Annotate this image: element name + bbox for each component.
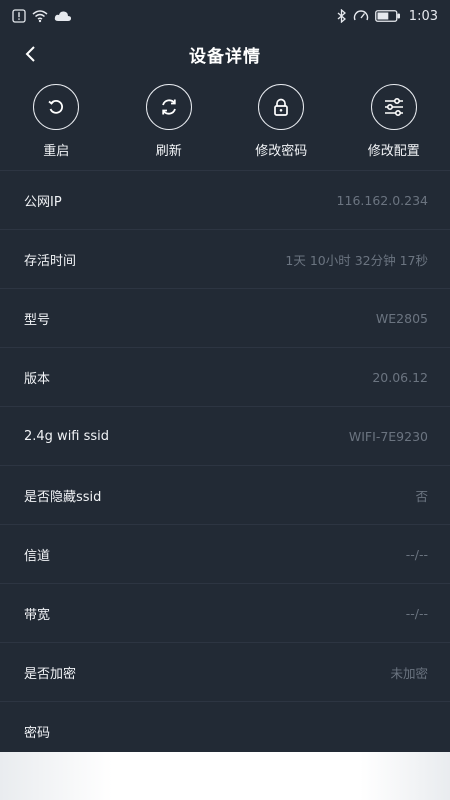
detail-value: WIFI-7E9230 xyxy=(348,428,428,444)
detail-row-encrypted: 是否加密 未加密 xyxy=(0,643,450,702)
detail-value: 否 xyxy=(415,488,428,504)
change-password-label: 修改密码 xyxy=(255,144,308,159)
alert-icon xyxy=(12,9,26,23)
detail-row-model: 型号 WE2805 xyxy=(0,289,450,348)
detail-row-public-ip: 公网IP 116.162.0.234 xyxy=(0,171,450,230)
detail-value: WE2805 xyxy=(375,310,428,326)
change-password-button[interactable]: 修改密码 xyxy=(231,84,331,166)
status-left xyxy=(12,9,72,23)
detail-row-wifi-ssid: 2.4g wifi ssid WIFI-7E9230 xyxy=(0,407,450,466)
refresh-button[interactable]: 刷新 xyxy=(119,84,219,166)
detail-list: 公网IP 116.162.0.234 存活时间 1天 10小时 32分钟 17秒… xyxy=(0,171,450,761)
lock-icon-circle xyxy=(258,84,305,130)
restart-button[interactable]: 重启 xyxy=(6,84,106,166)
detail-label: 2.4g wifi ssid xyxy=(24,428,110,444)
page-title: 设备详情 xyxy=(189,46,261,67)
detail-value: --/-- xyxy=(405,546,428,562)
detail-label: 是否加密 xyxy=(24,666,77,682)
detail-row-hidden-ssid: 是否隐藏ssid 否 xyxy=(0,466,450,525)
detail-label: 是否隐藏ssid xyxy=(24,489,102,505)
detail-label: 公网IP xyxy=(24,194,62,210)
battery-icon xyxy=(374,10,400,22)
restart-icon xyxy=(48,99,64,114)
status-right: 1:03 xyxy=(337,9,438,24)
refresh-icon-circle xyxy=(145,84,192,130)
change-config-button[interactable]: 修改配置 xyxy=(344,84,444,166)
cloud-icon xyxy=(54,11,72,21)
app-header: 设备详情 xyxy=(0,32,450,76)
action-bar: 重启 刷新 修改密码 修改配置 xyxy=(0,84,450,166)
bottom-overlay xyxy=(0,752,450,800)
detail-row-version: 版本 20.06.12 xyxy=(0,348,450,407)
detail-label: 带宽 xyxy=(24,607,51,623)
speedometer-icon xyxy=(353,10,368,21)
detail-value: 1天 10小时 32分钟 17秒 xyxy=(285,252,428,268)
detail-value: 20.06.12 xyxy=(372,369,428,385)
refresh-label: 刷新 xyxy=(155,144,182,159)
change-config-label: 修改配置 xyxy=(367,144,420,159)
detail-label: 版本 xyxy=(24,371,51,387)
detail-value: 116.162.0.234 xyxy=(336,192,428,208)
bluetooth-icon xyxy=(337,9,346,23)
status-time: 1:03 xyxy=(408,8,438,24)
sliders-icon xyxy=(384,97,403,117)
refresh-icon xyxy=(161,99,176,115)
detail-row-bandwidth: 带宽 --/-- xyxy=(0,584,450,643)
detail-value: --/-- xyxy=(405,605,428,621)
restart-label: 重启 xyxy=(43,144,70,159)
chevron-left-icon xyxy=(25,46,35,62)
back-button[interactable] xyxy=(14,38,46,70)
detail-label: 型号 xyxy=(24,312,51,328)
wifi-icon xyxy=(32,10,48,23)
lock-icon xyxy=(274,98,289,116)
detail-label: 信道 xyxy=(24,548,51,564)
detail-label: 密码 xyxy=(24,725,51,741)
sliders-icon-circle xyxy=(370,84,417,130)
detail-value: 未加密 xyxy=(390,665,428,681)
restart-icon-circle xyxy=(33,84,80,130)
detail-row-uptime: 存活时间 1天 10小时 32分钟 17秒 xyxy=(0,230,450,289)
status-bar: 1:03 xyxy=(0,0,450,32)
detail-label: 存活时间 xyxy=(24,253,77,269)
detail-row-channel: 信道 --/-- xyxy=(0,525,450,584)
